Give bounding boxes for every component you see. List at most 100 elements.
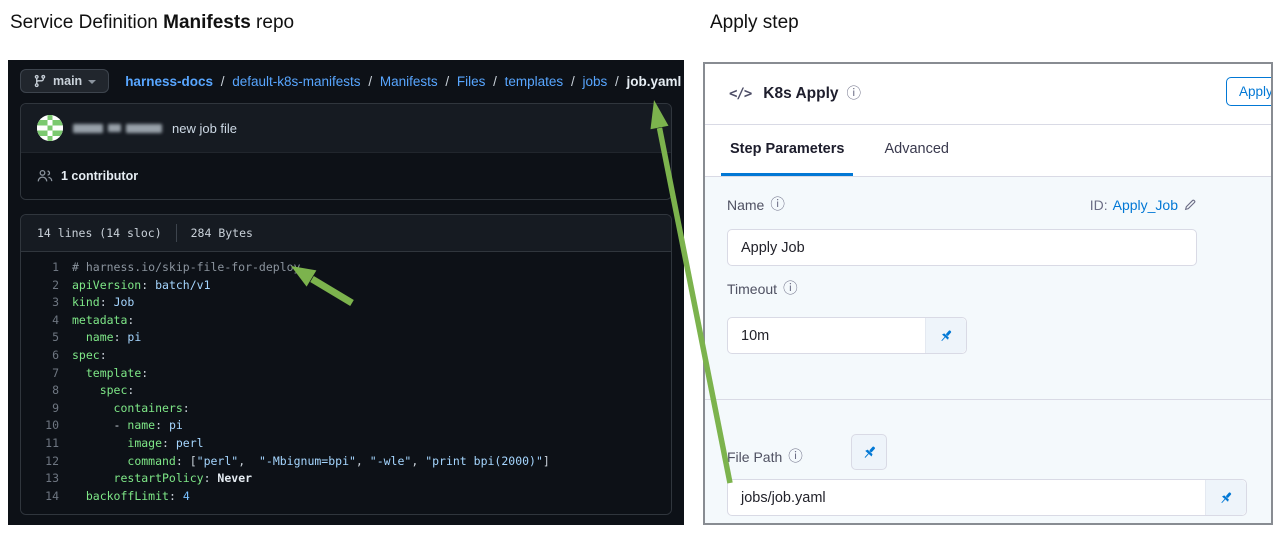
line-content: command: ["perl", "-Mbignum=bpi", "-wle"… bbox=[127, 453, 550, 468]
contributors-row: 1 contributor bbox=[21, 152, 671, 199]
timeout-input[interactable]: 10m bbox=[727, 317, 967, 354]
line-content: apiVersion: batch/v1 bbox=[72, 277, 211, 292]
line-number[interactable]: 12 bbox=[21, 453, 72, 471]
filepath-input-value: jobs/job.yaml bbox=[741, 489, 826, 506]
filepath-label-text: File Path bbox=[727, 449, 783, 465]
step-id-block: ID: Apply_Job bbox=[1090, 197, 1197, 213]
breadcrumb-link[interactable]: default-k8s-manifests bbox=[232, 74, 360, 89]
line-number[interactable]: 13 bbox=[21, 470, 72, 488]
info-icon[interactable]: ⓘ bbox=[847, 87, 862, 102]
line-number[interactable]: 14 bbox=[21, 488, 72, 506]
info-icon[interactable]: ⓘ bbox=[783, 282, 798, 297]
timeout-label-text: Timeout bbox=[727, 281, 778, 297]
breadcrumb-current-file: job.yaml bbox=[626, 73, 682, 89]
info-icon[interactable]: ⓘ bbox=[788, 450, 803, 465]
commit-author-redacted bbox=[73, 123, 162, 133]
pin-icon[interactable] bbox=[925, 318, 966, 353]
pin-icon[interactable] bbox=[1205, 480, 1246, 515]
name-field-label: Name ⓘ bbox=[727, 197, 785, 213]
code-line: 10 - name: pi bbox=[21, 417, 671, 435]
file-content-box: 14 lines (14 sloc) 284 Bytes 1 # harness.… bbox=[20, 214, 672, 516]
identicon-image bbox=[37, 115, 63, 141]
breadcrumb-separator: / bbox=[489, 73, 501, 89]
line-number[interactable]: 10 bbox=[21, 417, 72, 435]
branch-name-label: main bbox=[53, 74, 83, 88]
name-input-value: Apply Job bbox=[741, 239, 805, 256]
timeout-field-label: Timeout ⓘ bbox=[727, 281, 798, 297]
line-number[interactable]: 7 bbox=[21, 365, 72, 383]
breadcrumb-link[interactable]: jobs bbox=[582, 74, 607, 89]
code-line: 4 metadata: bbox=[21, 312, 671, 330]
code-line: 2 apiVersion: batch/v1 bbox=[21, 277, 671, 295]
line-number[interactable]: 8 bbox=[21, 382, 72, 400]
file-size: 284 Bytes bbox=[190, 226, 253, 240]
line-content: restartPolicy: Never bbox=[113, 471, 253, 486]
filepath-input[interactable]: jobs/job.yaml bbox=[727, 479, 1247, 516]
breadcrumb-separator: / bbox=[441, 73, 453, 89]
line-content: name: pi bbox=[85, 330, 142, 345]
branch-selector-button[interactable]: main bbox=[20, 69, 110, 93]
apply-changes-button[interactable]: Apply bbox=[1226, 77, 1271, 106]
code-line: 7 template: bbox=[21, 365, 671, 383]
right-panel-title: Apply step bbox=[710, 12, 799, 33]
github-file-header: main harness-docs / default-k8s-manifest… bbox=[8, 60, 684, 101]
tab-step-parameters[interactable]: Step Parameters bbox=[721, 125, 854, 176]
line-content: template: bbox=[85, 365, 149, 380]
file-meta-bar: 14 lines (14 sloc) 284 Bytes bbox=[21, 215, 671, 252]
breadcrumb-separator: / bbox=[611, 73, 623, 89]
git-branch-icon bbox=[34, 74, 46, 88]
left-title-prefix: Service Definition bbox=[10, 12, 164, 33]
step-id-link[interactable]: Apply_Job bbox=[1113, 197, 1178, 213]
line-number[interactable]: 6 bbox=[21, 347, 72, 365]
code-line: 8 spec: bbox=[21, 382, 671, 400]
code-line: 14 backoffLimit: 4 bbox=[21, 488, 671, 506]
code-line: 1 # harness.io/skip-file-for-deploy bbox=[21, 259, 671, 277]
code-line: 12 command: ["perl", "-Mbignum=bpi", "-w… bbox=[21, 453, 671, 471]
code-line: 5 name: pi bbox=[21, 329, 671, 347]
breadcrumb-link[interactable]: Files bbox=[457, 74, 486, 89]
line-number[interactable]: 11 bbox=[21, 435, 72, 453]
commit-row: new job file bbox=[21, 104, 671, 152]
left-title-suffix: repo bbox=[250, 12, 295, 33]
name-label-text: Name bbox=[727, 197, 765, 213]
pin-toggle-button[interactable] bbox=[851, 434, 887, 470]
avatar[interactable] bbox=[37, 115, 63, 141]
edit-pencil-icon[interactable] bbox=[1183, 198, 1197, 212]
breadcrumb-link[interactable]: harness-docs bbox=[125, 74, 213, 89]
breadcrumb-link[interactable]: Manifests bbox=[380, 74, 438, 89]
line-number[interactable]: 4 bbox=[21, 312, 72, 330]
line-number[interactable]: 2 bbox=[21, 277, 72, 295]
line-content: image: perl bbox=[127, 435, 204, 450]
line-content: spec: bbox=[99, 383, 135, 398]
line-content: backoffLimit: 4 bbox=[85, 488, 190, 503]
id-label: ID: bbox=[1089, 197, 1108, 213]
code-line: 3 kind: Job bbox=[21, 294, 671, 312]
line-number[interactable]: 1 bbox=[21, 259, 72, 277]
breadcrumb-link[interactable]: templates bbox=[505, 74, 564, 89]
commit-message[interactable]: new job file bbox=[172, 121, 237, 136]
people-icon bbox=[37, 169, 53, 182]
contributor-count[interactable]: 1 contributor bbox=[61, 169, 138, 183]
filepath-label-row: File Path ⓘ bbox=[727, 434, 887, 474]
file-lines-count: 14 lines (14 sloc) bbox=[37, 226, 162, 240]
filepath-field-label: File Path ⓘ bbox=[727, 449, 803, 465]
tab-advanced[interactable]: Advanced bbox=[875, 125, 958, 176]
left-title-bold: Manifests bbox=[163, 12, 251, 33]
name-input[interactable]: Apply Job bbox=[727, 229, 1197, 266]
breadcrumb-separator: / bbox=[216, 73, 229, 89]
line-number[interactable]: 5 bbox=[21, 329, 72, 347]
code-line: 11 image: perl bbox=[21, 435, 671, 453]
code-line: 6 spec: bbox=[21, 347, 671, 365]
breadcrumb-separator: / bbox=[567, 73, 579, 89]
info-icon[interactable]: ⓘ bbox=[770, 198, 785, 213]
breadcrumb-separator: / bbox=[364, 73, 376, 89]
left-panel-title: Service Definition Manifests repo bbox=[10, 12, 294, 34]
latest-commit-box: new job file 1 contributor bbox=[20, 103, 672, 200]
line-number[interactable]: 9 bbox=[21, 400, 72, 418]
chevron-down-icon bbox=[88, 79, 97, 84]
code-line: 13 restartPolicy: Never bbox=[21, 470, 671, 488]
line-number[interactable]: 3 bbox=[21, 294, 72, 312]
step-title: K8s Apply bbox=[763, 85, 839, 102]
line-content: - name: pi bbox=[72, 418, 183, 433]
line-content: containers: bbox=[113, 400, 190, 415]
